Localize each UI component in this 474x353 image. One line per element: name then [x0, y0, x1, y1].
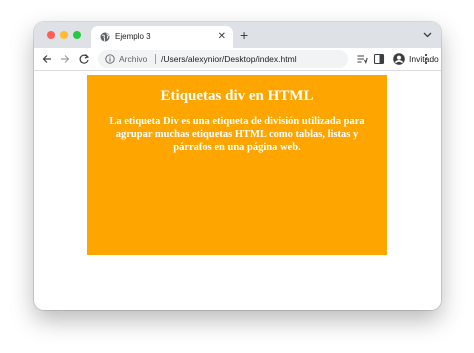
page-paragraph: La etiqueta Div es una etiqueta de divis…	[109, 116, 365, 153]
address-bar[interactable]: Archivo /Users/alexynior/Desktop/index.h…	[98, 50, 348, 68]
tab-active[interactable]: Ejemplo 3 ✕	[91, 26, 233, 48]
chevron-down-icon[interactable]	[423, 31, 432, 38]
close-window-button[interactable]	[47, 31, 55, 39]
forward-arrow-icon[interactable]	[59, 53, 71, 65]
orange-div-box: Etiquetas div en HTML La etiqueta Div es…	[87, 75, 387, 255]
back-arrow-icon[interactable]	[41, 53, 53, 65]
page-viewport: Etiquetas div en HTML La etiqueta Div es…	[34, 71, 441, 310]
profile-button[interactable]: Invitado	[390, 50, 441, 68]
menu-dots-icon[interactable]	[423, 53, 429, 65]
maximize-window-button[interactable]	[73, 31, 81, 39]
new-tab-button[interactable]: +	[240, 28, 248, 42]
avatar-icon	[393, 53, 405, 65]
tab-strip: Ejemplo 3 ✕ +	[34, 22, 441, 48]
side-panel-icon[interactable]	[373, 53, 385, 65]
address-separator	[155, 54, 156, 64]
info-icon[interactable]	[105, 54, 115, 64]
browser-toolbar: Archivo /Users/alexynior/Desktop/index.h…	[34, 48, 441, 71]
minimize-window-button[interactable]	[60, 31, 68, 39]
globe-icon	[100, 32, 110, 42]
reload-icon[interactable]	[78, 53, 90, 65]
page-heading: Etiquetas div en HTML	[160, 88, 314, 104]
url-text[interactable]: /Users/alexynior/Desktop/index.html	[161, 53, 297, 65]
reading-list-icon[interactable]	[356, 53, 368, 65]
tab-title: Ejemplo 3	[115, 32, 151, 41]
tab-close-icon[interactable]: ✕	[218, 31, 226, 43]
security-chip-label: Archivo	[119, 54, 148, 64]
browser-window: Ejemplo 3 ✕ + Archivo /Users/alexynior/D…	[34, 22, 441, 310]
